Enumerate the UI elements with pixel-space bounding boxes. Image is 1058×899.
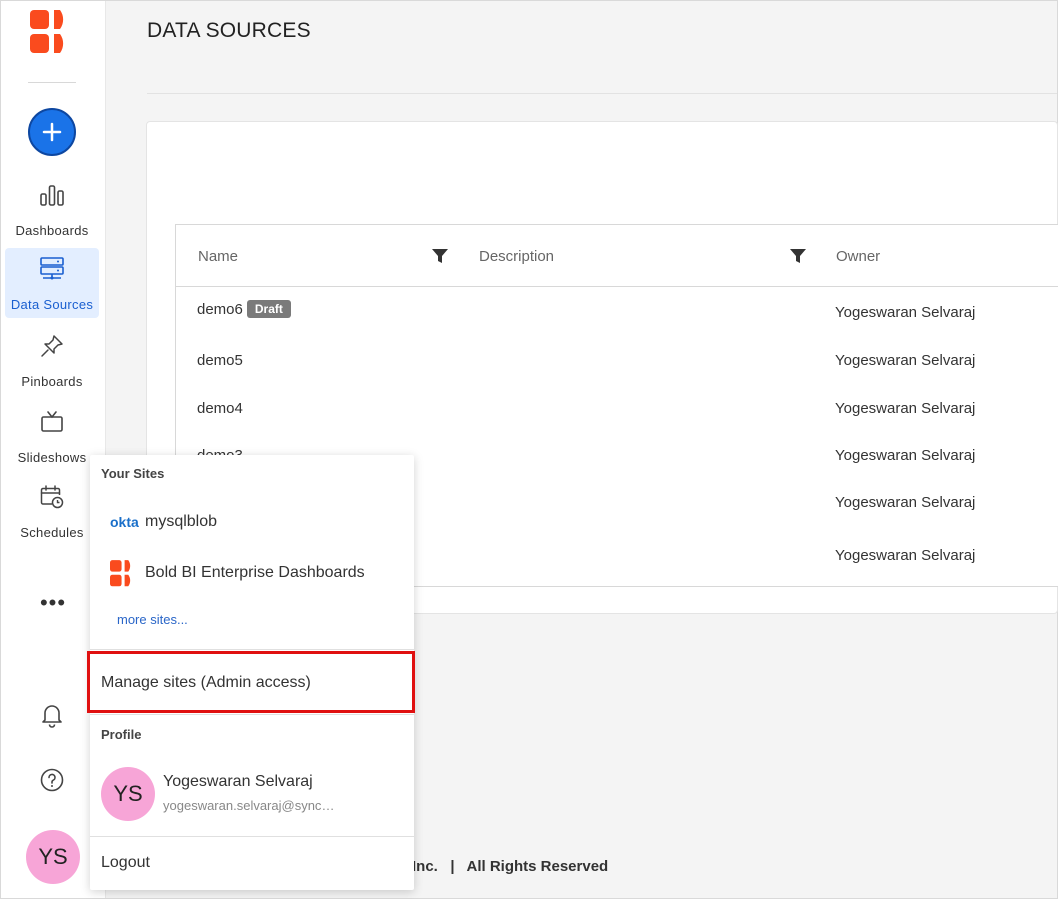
filter-icon[interactable] bbox=[789, 248, 807, 269]
row-owner: Yogeswaran Selvaraj bbox=[835, 400, 976, 417]
account-popup: Your Sites okta mysqlblob Bold BI Enterp… bbox=[87, 455, 415, 890]
site-item-mysqlblob[interactable]: okta mysqlblob bbox=[110, 507, 217, 537]
nav-slideshows-label: Slideshows bbox=[17, 450, 87, 465]
divider bbox=[90, 836, 414, 837]
table-row[interactable]: demo4 Yogeswaran Selvaraj bbox=[176, 384, 1058, 432]
site-item-boldbi[interactable]: Bold BI Enterprise Dashboards bbox=[110, 558, 365, 588]
site-label: mysqlblob bbox=[145, 513, 218, 530]
manage-sites-label: Manage sites (Admin access) bbox=[101, 674, 311, 691]
nav-schedules-label: Schedules bbox=[20, 525, 84, 540]
nav-schedules[interactable]: Schedules bbox=[5, 476, 99, 546]
bar-chart-icon bbox=[40, 185, 64, 206]
site-label: Bold BI Enterprise Dashboards bbox=[145, 564, 365, 581]
row-owner: Yogeswaran Selvaraj bbox=[835, 447, 976, 464]
more-menu-button[interactable]: ••• bbox=[39, 592, 67, 614]
nav-pinboards-label: Pinboards bbox=[21, 374, 83, 389]
row-name-text: demo6 bbox=[197, 301, 243, 318]
row-owner: Yogeswaran Selvaraj bbox=[835, 494, 976, 511]
row-owner: Yogeswaran Selvaraj bbox=[835, 304, 976, 321]
manage-sites-button[interactable]: Manage sites (Admin access) bbox=[87, 651, 415, 713]
row-name: demo4 bbox=[197, 400, 243, 417]
boldbi-logo-icon bbox=[110, 559, 144, 587]
user-avatar[interactable]: YS bbox=[26, 830, 80, 884]
divider bbox=[90, 714, 414, 715]
nav-pinboards[interactable]: Pinboards bbox=[5, 325, 99, 395]
help-icon[interactable] bbox=[39, 767, 65, 798]
row-owner: Yogeswaran Selvaraj bbox=[835, 352, 976, 369]
column-header-description[interactable]: Description bbox=[479, 248, 554, 265]
nav-slideshows[interactable]: Slideshows bbox=[5, 401, 99, 471]
row-name: demo5 bbox=[197, 352, 243, 369]
pin-icon bbox=[41, 335, 63, 357]
bell-icon[interactable] bbox=[40, 702, 64, 733]
plus-icon bbox=[42, 122, 62, 142]
profile-avatar: YS bbox=[101, 767, 155, 821]
grid-header: Name Description Owner bbox=[176, 225, 1058, 287]
more-sites-link[interactable]: more sites... bbox=[117, 612, 188, 627]
column-header-name[interactable]: Name bbox=[198, 248, 238, 265]
calendar-clock-icon bbox=[40, 485, 64, 509]
logo-divider bbox=[28, 82, 76, 83]
row-owner: Yogeswaran Selvaraj bbox=[835, 547, 976, 564]
column-header-owner[interactable]: Owner bbox=[836, 248, 880, 265]
draft-badge: Draft bbox=[246, 300, 291, 318]
create-button[interactable] bbox=[28, 108, 76, 156]
table-row[interactable]: demo6 Draft Yogeswaran Selvaraj bbox=[176, 288, 1058, 336]
divider bbox=[90, 649, 414, 650]
tv-icon bbox=[41, 411, 63, 432]
nav-dashboards[interactable]: Dashboards bbox=[5, 174, 99, 244]
logout-button[interactable]: Logout bbox=[101, 854, 150, 872]
profile-name[interactable]: Yogeswaran Selvaraj bbox=[163, 773, 313, 791]
nav-dashboards-label: Dashboards bbox=[15, 223, 89, 238]
nav-data-sources-label: Data Sources bbox=[10, 297, 94, 312]
title-divider bbox=[147, 93, 1057, 94]
table-row[interactable]: demo5 Yogeswaran Selvaraj bbox=[176, 336, 1058, 384]
footer-copyright: Inc. | All Rights Reserved bbox=[412, 858, 609, 875]
profile-heading: Profile bbox=[101, 727, 142, 742]
row-name: demo6 Draft bbox=[197, 300, 291, 318]
filter-icon[interactable] bbox=[431, 248, 449, 269]
okta-logo-icon: okta bbox=[110, 514, 139, 530]
nav-data-sources[interactable]: Data Sources bbox=[5, 248, 99, 318]
page-title: DATA SOURCES bbox=[147, 19, 311, 42]
profile-email: yogeswaran.selvaraj@syncfusion.com bbox=[163, 798, 338, 813]
server-icon bbox=[40, 257, 64, 280]
your-sites-heading: Your Sites bbox=[101, 466, 165, 481]
boldbi-logo-icon[interactable] bbox=[30, 10, 76, 54]
